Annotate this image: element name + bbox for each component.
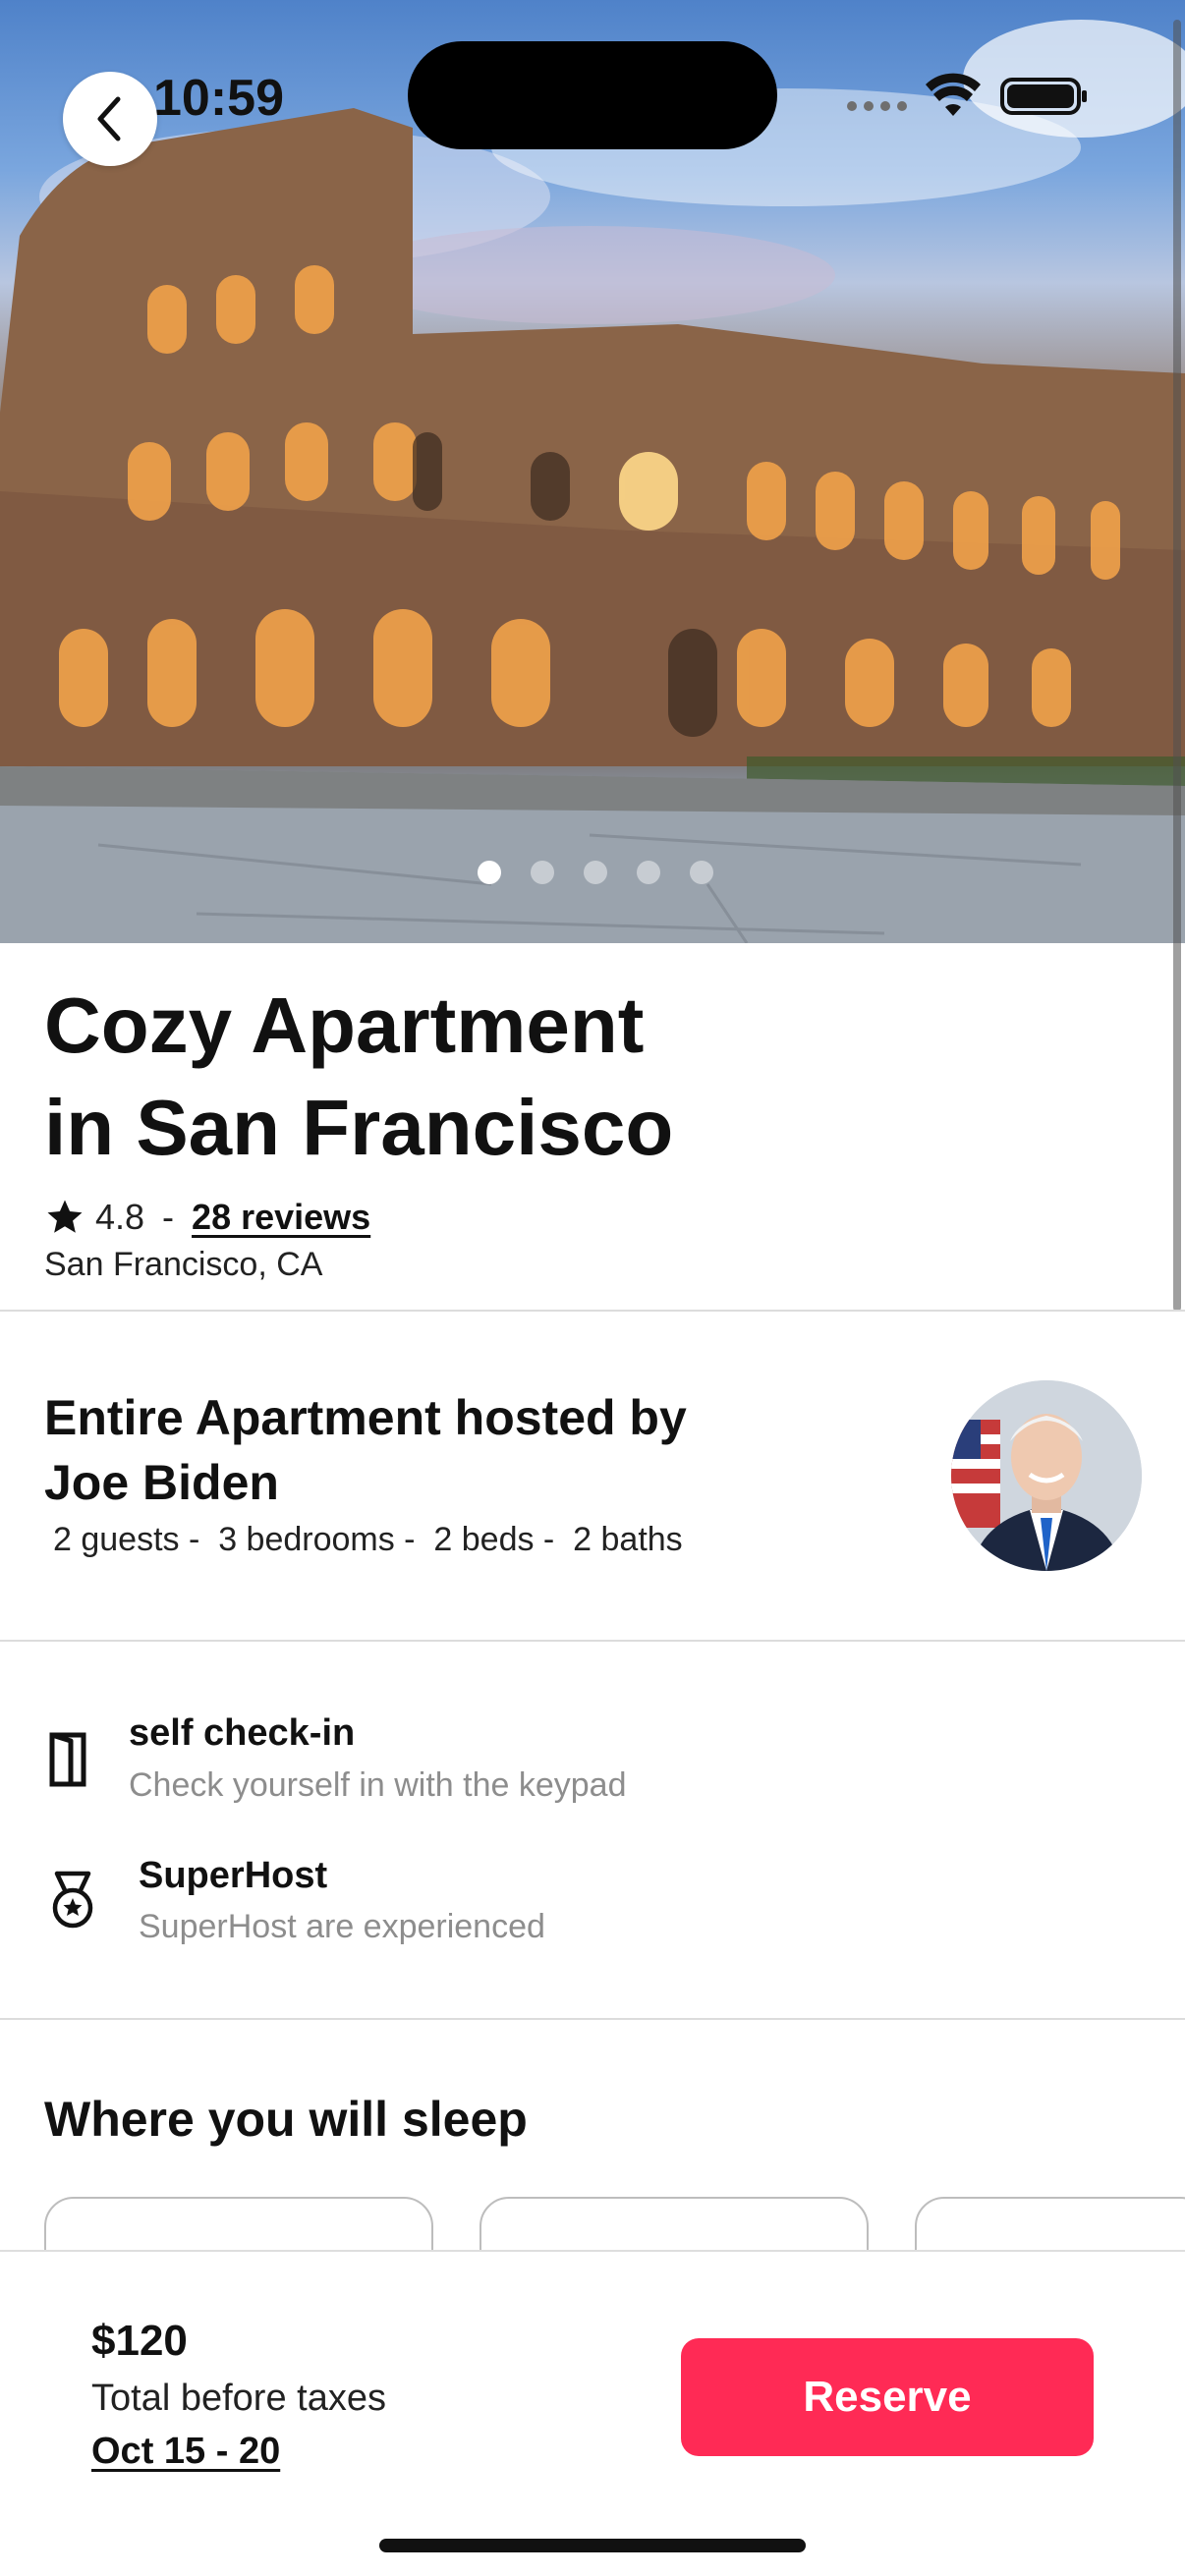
cellular-signal-icon: [847, 101, 908, 115]
reserve-bar: $120 Total before taxes Oct 15 - 20 Rese…: [0, 2250, 1185, 2576]
carousel-dot[interactable]: [690, 861, 713, 884]
listing-title-line: in San Francisco: [44, 1084, 674, 1171]
divider: [0, 1640, 1185, 1642]
star-icon: [47, 1200, 83, 1233]
reserve-button[interactable]: Reserve: [681, 2338, 1094, 2456]
status-bar: 10:59: [0, 0, 1185, 187]
feature-subtitle: SuperHost are experienced: [139, 1908, 545, 1945]
carousel-indicator[interactable]: [478, 861, 713, 884]
wifi-icon: [926, 73, 981, 116]
dynamic-island: [408, 41, 777, 149]
rating-row: 4.8 - 28 reviews: [44, 1193, 370, 1242]
status-time: 10:59: [153, 70, 284, 127]
home-indicator[interactable]: [379, 2539, 806, 2552]
section-title-sleep: Where you will sleep: [44, 2092, 528, 2147]
medal-icon: [52, 1871, 93, 1929]
door-icon: [49, 1732, 86, 1787]
host-title-line: Entire Apartment hosted by: [44, 1390, 687, 1445]
carousel-dot[interactable]: [531, 861, 554, 884]
scrollbar[interactable]: [1173, 20, 1181, 1312]
divider: [0, 2018, 1185, 2020]
carousel-dot[interactable]: [584, 861, 607, 884]
host-photo: [951, 1380, 1142, 1571]
host-avatar[interactable]: [951, 1380, 1142, 1571]
listing-title: Cozy Apartment in San Francisco: [44, 975, 929, 1179]
rating-value: 4.8: [95, 1197, 145, 1237]
host-name: Joe Biden: [44, 1455, 279, 1510]
price-note: Total before taxes: [91, 2378, 386, 2419]
dates-link[interactable]: Oct 15 - 20: [91, 2431, 280, 2473]
carousel-dot[interactable]: [478, 861, 501, 884]
listing-capacity: 2 guests - 3 bedrooms - 2 beds - 2 baths: [53, 1521, 683, 1558]
feature-title: self check-in: [129, 1712, 356, 1754]
feature-title: SuperHost: [139, 1855, 328, 1896]
battery-icon: [1000, 78, 1087, 115]
carousel-dot[interactable]: [637, 861, 660, 884]
listing-title-line: Cozy Apartment: [44, 981, 645, 1069]
listing-location: San Francisco, CA: [44, 1246, 323, 1283]
divider: [0, 1310, 1185, 1312]
rating-separator: -: [162, 1197, 175, 1237]
price: $120: [91, 2317, 188, 2365]
reviews-link[interactable]: 28 reviews: [192, 1197, 370, 1238]
back-button[interactable]: [63, 72, 157, 166]
chevron-left-icon: [97, 96, 121, 141]
host-title: Entire Apartment hosted by Joe Biden: [44, 1385, 811, 1515]
feature-subtitle: Check yourself in with the keypad: [129, 1766, 627, 1804]
